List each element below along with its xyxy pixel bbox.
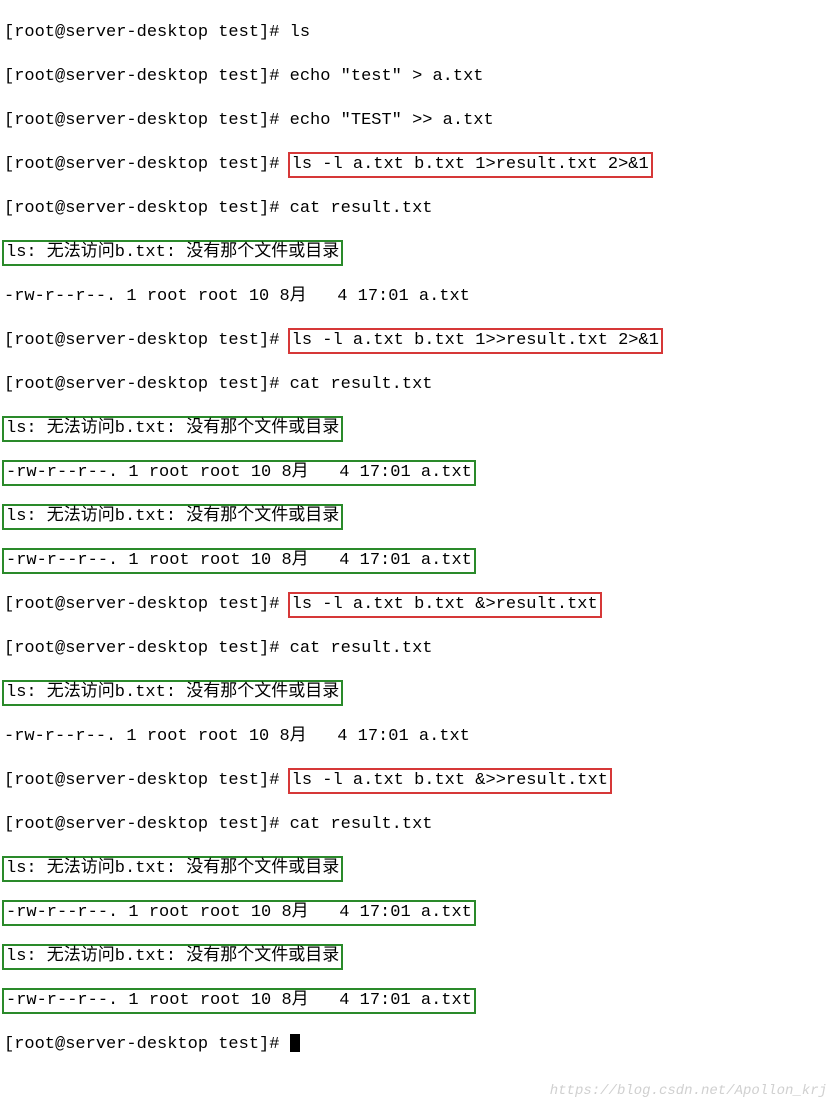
watermark: https://blog.csdn.net/Apollon_krj — [550, 1080, 827, 1102]
output-line: [root@server-desktop test]# cat result.t… — [4, 638, 833, 660]
command-text: echo "test" > a.txt — [290, 67, 484, 86]
output-line: [root@server-desktop test]# cat result.t… — [4, 814, 833, 836]
highlighted-output: ls: 无法访问b.txt: 没有那个文件或目录 — [2, 680, 343, 706]
output-line: [root@server-desktop test]# cat result.t… — [4, 198, 833, 220]
output-line: -rw-r--r--. 1 root root 10 8月 4 17:01 a.… — [4, 726, 833, 748]
prompt: [root@server-desktop test]# — [4, 67, 290, 86]
highlighted-output: ls: 无法访问b.txt: 没有那个文件或目录 — [2, 416, 343, 442]
output-line: [root@server-desktop test]# — [4, 1034, 833, 1056]
highlighted-command: ls -l a.txt b.txt 1>result.txt 2>&1 — [288, 152, 653, 178]
command-text: cat result.txt — [290, 199, 433, 218]
output-line: ls: 无法访问b.txt: 没有那个文件或目录 — [4, 682, 833, 704]
highlighted-output: ls: 无法访问b.txt: 没有那个文件或目录 — [2, 944, 343, 970]
highlighted-output: -rw-r--r--. 1 root root 10 8月 4 17:01 a.… — [2, 988, 476, 1014]
highlighted-output: ls: 无法访问b.txt: 没有那个文件或目录 — [2, 856, 343, 882]
output-line: [root@server-desktop test]# echo "test" … — [4, 66, 833, 88]
prompt: [root@server-desktop test]# — [4, 199, 290, 218]
output-line: -rw-r--r--. 1 root root 10 8月 4 17:01 a.… — [4, 286, 833, 308]
prompt: [root@server-desktop test]# — [4, 111, 290, 130]
output-line: [root@server-desktop test]# ls — [4, 22, 833, 44]
output-line: ls: 无法访问b.txt: 没有那个文件或目录 — [4, 858, 833, 880]
prompt: [root@server-desktop test]# — [4, 375, 290, 394]
terminal[interactable]: [root@server-desktop test]# ls [root@ser… — [0, 0, 837, 1104]
highlighted-output: ls: 无法访问b.txt: 没有那个文件或目录 — [2, 240, 343, 266]
output-line: [root@server-desktop test]# ls -l a.txt … — [4, 594, 833, 616]
prompt: [root@server-desktop test]# — [4, 23, 290, 42]
command-text: cat result.txt — [290, 639, 433, 658]
prompt: [root@server-desktop test]# — [4, 331, 290, 350]
prompt: [root@server-desktop test]# — [4, 815, 290, 834]
command-text: echo "TEST" >> a.txt — [290, 111, 494, 130]
output-line: -rw-r--r--. 1 root root 10 8月 4 17:01 a.… — [4, 902, 833, 924]
cursor-icon — [290, 1034, 300, 1052]
command-text: cat result.txt — [290, 815, 433, 834]
prompt: [root@server-desktop test]# — [4, 771, 290, 790]
output-line: [root@server-desktop test]# cat result.t… — [4, 374, 833, 396]
output-line: ls: 无法访问b.txt: 没有那个文件或目录 — [4, 242, 833, 264]
output-line: [root@server-desktop test]# ls -l a.txt … — [4, 330, 833, 352]
output-line: [root@server-desktop test]# echo "TEST" … — [4, 110, 833, 132]
output-line: ls: 无法访问b.txt: 没有那个文件或目录 — [4, 418, 833, 440]
output-line: ls: 无法访问b.txt: 没有那个文件或目录 — [4, 506, 833, 528]
command-text: cat result.txt — [290, 375, 433, 394]
highlighted-output: -rw-r--r--. 1 root root 10 8月 4 17:01 a.… — [2, 460, 476, 486]
output-line: -rw-r--r--. 1 root root 10 8月 4 17:01 a.… — [4, 990, 833, 1012]
highlighted-command: ls -l a.txt b.txt &>>result.txt — [288, 768, 612, 794]
output-line: -rw-r--r--. 1 root root 10 8月 4 17:01 a.… — [4, 550, 833, 572]
output-line: ls: 无法访问b.txt: 没有那个文件或目录 — [4, 946, 833, 968]
output-line: [root@server-desktop test]# ls -l a.txt … — [4, 154, 833, 176]
output-text: -rw-r--r--. 1 root root 10 8月 4 17:01 a.… — [4, 287, 470, 306]
command-text: ls — [290, 23, 310, 42]
prompt: [root@server-desktop test]# — [4, 639, 290, 658]
highlighted-output: -rw-r--r--. 1 root root 10 8月 4 17:01 a.… — [2, 900, 476, 926]
output-line: -rw-r--r--. 1 root root 10 8月 4 17:01 a.… — [4, 462, 833, 484]
prompt: [root@server-desktop test]# — [4, 155, 290, 174]
output-text: -rw-r--r--. 1 root root 10 8月 4 17:01 a.… — [4, 727, 470, 746]
highlighted-command: ls -l a.txt b.txt 1>>result.txt 2>&1 — [288, 328, 663, 354]
output-line: [root@server-desktop test]# ls -l a.txt … — [4, 770, 833, 792]
highlighted-output: -rw-r--r--. 1 root root 10 8月 4 17:01 a.… — [2, 548, 476, 574]
highlighted-command: ls -l a.txt b.txt &>result.txt — [288, 592, 602, 618]
prompt: [root@server-desktop test]# — [4, 1035, 290, 1054]
prompt: [root@server-desktop test]# — [4, 595, 290, 614]
highlighted-output: ls: 无法访问b.txt: 没有那个文件或目录 — [2, 504, 343, 530]
